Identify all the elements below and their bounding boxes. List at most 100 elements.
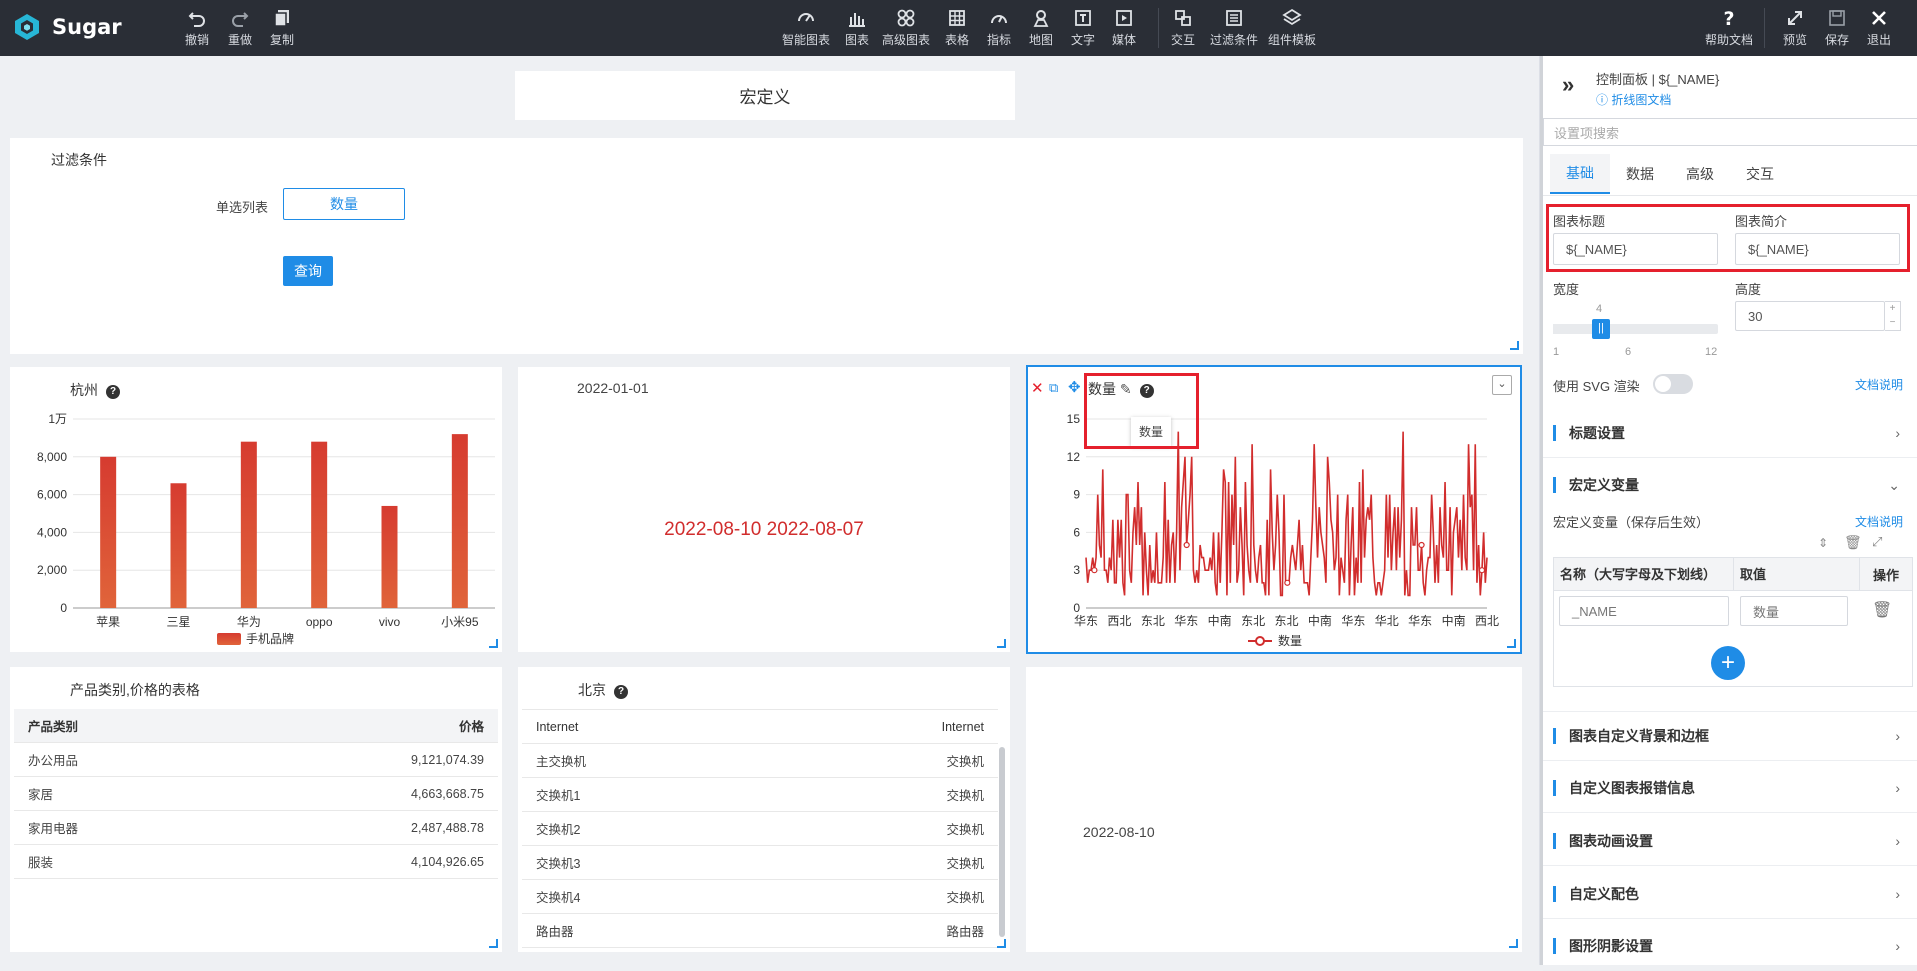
filter-select[interactable]: 数量 xyxy=(283,188,405,220)
trash-icon[interactable]: 🗑 xyxy=(1844,534,1862,551)
toolbar-smart-chart-button[interactable]: 智能图表 xyxy=(780,8,832,48)
filter-panel[interactable]: 过滤条件 单选列表 数量 查询 xyxy=(10,138,1523,354)
resize-handle[interactable] xyxy=(997,939,1006,948)
y-tick-label: 12 xyxy=(1067,450,1081,464)
table-scrollbar[interactable] xyxy=(999,747,1005,937)
resize-handle[interactable] xyxy=(1509,939,1518,948)
section-macro-vars[interactable]: 宏定义变量 ⌄ xyxy=(1543,460,1917,510)
collapse-icon[interactable]: » xyxy=(1562,72,1574,98)
section-shadow[interactable]: 图形阴影设置 › xyxy=(1543,921,1917,971)
y-tick-label: 6 xyxy=(1073,525,1080,539)
text-panel-1[interactable]: 2022-01-01 2022-08-10 2022-08-07 xyxy=(518,367,1010,652)
help-doc-button[interactable]: ? 帮助文档 xyxy=(1705,8,1753,48)
height-stepper[interactable]: + − xyxy=(1885,301,1901,331)
slider-min: 1 xyxy=(1553,346,1560,358)
toolbar-bar-chart-button[interactable]: 图表 xyxy=(831,8,883,48)
template-icon xyxy=(1282,8,1302,26)
toolbar-advanced-chart-button[interactable]: 高级图表 xyxy=(880,8,932,48)
text-panel-2[interactable]: 2022-08-10 xyxy=(1026,667,1522,952)
toolbar-media-button[interactable]: 媒体 xyxy=(1098,8,1150,48)
x-tick-label: 华为 xyxy=(237,615,261,629)
bar xyxy=(240,441,257,608)
table-row[interactable]: 交换机1 交换机 xyxy=(522,778,998,812)
section-colors[interactable]: 自定义配色 › xyxy=(1543,869,1917,919)
table-row[interactable]: 主交换机 交换机 xyxy=(522,744,998,778)
doc-note-link[interactable]: 文档说明 xyxy=(1855,376,1903,393)
toolbar-interaction-button[interactable]: 交互 xyxy=(1157,8,1209,48)
tab-interaction[interactable]: 交互 xyxy=(1730,154,1790,194)
expand-icon[interactable]: ⤢ xyxy=(1872,534,1882,550)
resize-handle[interactable] xyxy=(997,639,1006,648)
tab-advanced[interactable]: 高级 xyxy=(1670,154,1730,194)
table2-title: 北京? xyxy=(578,680,628,700)
section-error-info[interactable]: 自定义图表报错信息 › xyxy=(1543,763,1917,813)
section-background-border[interactable]: 图表自定义背景和边框 › xyxy=(1543,711,1917,761)
table-row[interactable]: 交换机2 交换机 xyxy=(522,812,998,846)
sort-icon[interactable]: ⇕ xyxy=(1818,536,1828,550)
table-row[interactable]: 交换机4 交换机 xyxy=(522,880,998,914)
y-tick-label: 6,000 xyxy=(37,488,67,502)
save-button[interactable]: 保存 xyxy=(1825,8,1849,48)
resize-handle[interactable] xyxy=(489,639,498,648)
delete-row-icon[interactable]: 🗑 xyxy=(1872,600,1892,620)
x-tick-label: 华东 xyxy=(1174,614,1198,628)
chevron-right-icon: › xyxy=(1895,424,1900,441)
height-label: 高度 xyxy=(1735,282,1762,297)
x-tick-label: vivo xyxy=(379,615,401,629)
table-row[interactable]: 家居 4,663,668.75 xyxy=(14,777,498,811)
exit-button[interactable]: 退出 xyxy=(1867,8,1891,48)
macro-doc-link[interactable]: 文档说明 xyxy=(1855,513,1903,530)
chevron-right-icon: › xyxy=(1895,779,1900,796)
table-row[interactable]: 路由器 路由器 xyxy=(522,914,998,948)
text-icon xyxy=(1075,10,1091,26)
macro-name-input[interactable]: _NAME xyxy=(1559,596,1729,626)
y-tick-label: 3 xyxy=(1073,563,1080,577)
control-panel: » 控制面板 | ${_NAME} ⓘ 折线图文档 设置项搜索 基础 数据 高级… xyxy=(1539,56,1917,971)
save-icon xyxy=(1829,10,1845,26)
settings-search-input[interactable]: 设置项搜索 xyxy=(1543,118,1917,146)
tab-basic[interactable]: 基础 xyxy=(1550,154,1610,194)
y-tick-label: 9 xyxy=(1073,488,1080,502)
page-title-panel[interactable]: 宏定义 xyxy=(515,71,1015,120)
copy-button[interactable]: 复制 xyxy=(270,8,294,48)
chevron-down-icon: ⌄ xyxy=(1888,476,1900,493)
toolbar-template-button[interactable]: 组件模板 xyxy=(1266,8,1318,48)
table-panel-1[interactable]: 产品类别,价格的表格 产品类别 价格 办公用品 9,121,074.39 家居 4,663… xyxy=(10,667,502,952)
x-tick-label: 东北 xyxy=(1241,614,1265,628)
legend-swatch xyxy=(217,633,241,645)
table-row[interactable]: 办公用品 9,121,074.39 xyxy=(14,743,498,777)
macro-value-input[interactable]: 数量 xyxy=(1740,596,1848,626)
toolbar-filter-button[interactable]: 过滤条件 xyxy=(1208,8,1260,48)
resize-handle[interactable] xyxy=(489,939,498,948)
preview-button[interactable]: 预览 xyxy=(1783,8,1807,48)
table-header: Internet Internet xyxy=(522,710,998,744)
table-row[interactable]: 服装 4,104,926.65 xyxy=(14,845,498,879)
table-panel-2[interactable]: 北京? Internet Internet 主交换机 交换机 交换机1 交换机 交换机2 交换… xyxy=(518,667,1010,952)
svg-toggle[interactable] xyxy=(1653,374,1693,394)
section-bar xyxy=(1553,937,1556,954)
chart-doc-link[interactable]: ⓘ 折线图文档 xyxy=(1596,91,1671,108)
query-button[interactable]: 查询 xyxy=(283,256,333,286)
x-tick-label: 苹果 xyxy=(96,615,120,629)
resize-handle[interactable] xyxy=(1510,341,1519,350)
data-point xyxy=(1478,567,1486,574)
table-row[interactable]: 交换机3 交换机 xyxy=(522,846,998,880)
table-row[interactable]: 家用电器 2,487,488.78 xyxy=(14,811,498,845)
question-icon[interactable]: ? xyxy=(614,685,628,699)
section-title-settings[interactable]: 标题设置 › xyxy=(1543,408,1917,458)
data-point xyxy=(1284,579,1291,586)
redo-button[interactable]: 重做 xyxy=(228,8,252,48)
section-animation[interactable]: 图表动画设置 › xyxy=(1543,816,1917,866)
slider-handle[interactable]: || xyxy=(1592,319,1610,339)
bar xyxy=(381,505,398,608)
gauge-icon xyxy=(991,15,1007,24)
tab-data[interactable]: 数据 xyxy=(1610,154,1670,194)
resize-handle[interactable] xyxy=(1507,639,1516,648)
add-macro-button[interactable]: + xyxy=(1711,646,1745,680)
undo-button[interactable]: 撤销 xyxy=(185,8,209,48)
bar-chart-panel[interactable]: 杭州? 0 2,000 4,000 6,000 8,000 1万 苹果 三星 华为 oppo viv… xyxy=(10,367,502,652)
copy-icon xyxy=(274,10,289,27)
smart-chart-icon xyxy=(798,13,814,22)
macro-col-action: 操作 xyxy=(1872,567,1899,583)
height-input[interactable]: 30 xyxy=(1735,301,1885,331)
